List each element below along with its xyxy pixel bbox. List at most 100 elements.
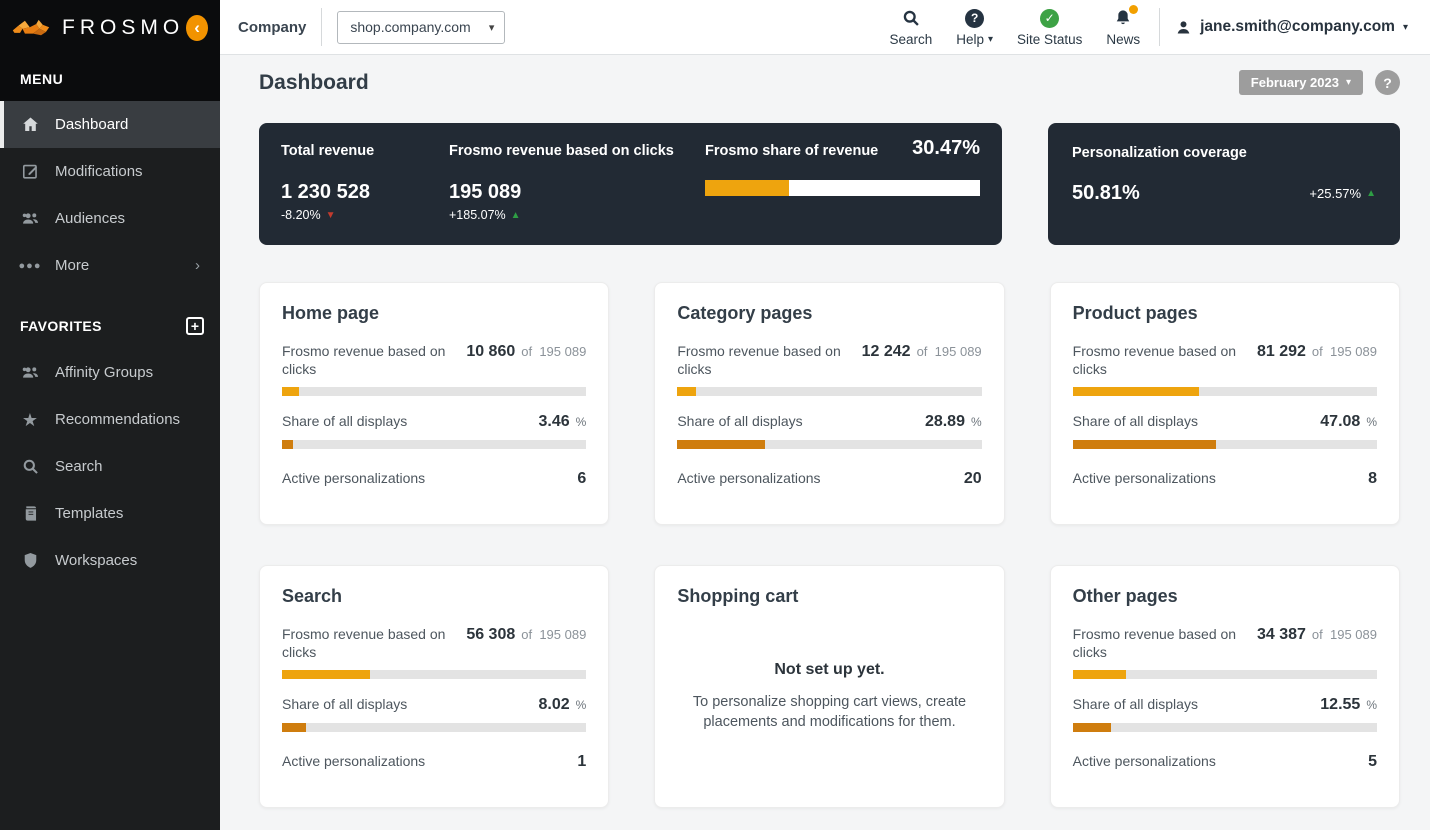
revenue-progress-bar [677,387,982,396]
active-label: Active personalizations [1072,753,1216,770]
sidebar-top: FROSMO ‹ MENU [0,0,220,101]
share-metric: Share of all displays 47.08% [1072,413,1377,449]
share-label: Share of all displays [1072,696,1198,712]
page-card-category: Category pages Frosmo revenue based on c… [654,282,1005,525]
empty-state: Not set up yet. To personalize shopping … [677,626,981,789]
site-status-label: Site Status [1017,31,1083,47]
revenue-label: Frosmo revenue based on clicks [677,343,841,377]
search-label: Search [889,31,933,47]
shield-icon [20,551,40,571]
notification-dot [1129,4,1139,14]
sidebar-item-dashboard[interactable]: Dashboard [0,101,220,148]
caret-down-icon: ▾ [488,21,495,34]
share-metric: Share of all displays 3.46% [282,413,587,449]
revenue-value: 10 860 [466,343,516,360]
ellipsis-icon: ●●● [18,259,42,272]
card-title: Product pages [1072,303,1198,323]
share-progress-bar [282,723,587,732]
active-value: 5 [1368,753,1377,770]
coverage-value: 50.81% [1072,182,1140,204]
revenue-progress-bar [1072,387,1377,396]
search-button[interactable]: Search [889,8,932,47]
revenue-progress-bar [282,670,587,679]
sidebar-item-label: Dashboard [55,116,129,133]
page-card-other: Other pages Frosmo revenue based on clic… [1049,565,1400,808]
news-button[interactable]: News [1106,4,1140,47]
trend-up-icon: ▲ [510,209,521,221]
total-revenue-value: 1 230 528 [281,181,370,203]
page-header: Dashboard February 2023 ▾ ? [259,70,1400,95]
share-metric: Share of all displays 12.55% [1072,696,1377,732]
company-label: Company [238,18,307,36]
sidebar-item-recommendations[interactable]: ★ Recommendations [0,396,220,443]
revenue-value: 56 308 [466,626,516,643]
sidebar-item-label: Templates [55,505,124,522]
divider [321,8,323,46]
card-title: Search [282,586,343,606]
chevron-right-icon: › [195,257,200,274]
logo-row: FROSMO ‹ [0,0,220,55]
book-icon [20,504,40,524]
active-personalizations-row: Active personalizations 8 [1073,470,1377,488]
share-label: Share of all displays [282,696,408,712]
sidebar-collapse-button[interactable]: ‹ [186,14,208,41]
share-metric: Share of all displays 8.02% [282,696,587,732]
active-value: 1 [577,753,587,770]
sidebar-item-workspaces[interactable]: Workspaces [0,537,220,584]
revenue-total: of 195 089 [916,344,982,359]
page-title: Dashboard [259,70,369,94]
trend-up-icon: ▲ [1366,188,1376,199]
add-favorite-button[interactable]: + [186,317,204,335]
site-status-button[interactable]: ✓ Site Status [1017,8,1082,47]
active-personalizations-row: Active personalizations 5 [1073,753,1377,771]
sidebar-item-label: Recommendations [55,411,181,428]
sidebar-item-audiences[interactable]: Audiences [0,195,220,242]
app-root: FROSMO ‹ MENU Dashboard Modifications Au… [0,0,1430,830]
edit-icon [20,162,40,182]
star-icon: ★ [21,409,39,430]
active-label: Active personalizations [1072,470,1216,487]
sidebar-item-templates[interactable]: Templates [0,490,220,537]
revenue-value: 12 242 [861,343,911,360]
dashboard-help-button[interactable]: ? [1375,70,1400,95]
status-ok-icon: ✓ [1040,8,1060,29]
sidebar: FROSMO ‹ MENU Dashboard Modifications Au… [0,0,220,830]
share-label: Share of all displays [282,413,408,429]
sidebar-item-affinity-groups[interactable]: Affinity Groups [0,349,220,396]
topbar-actions: Search ? Help ▾ ✓ Site Status News [889,4,1140,47]
help-label: Help [956,31,985,47]
user-menu-button[interactable]: jane.smith@company.com ▾ [1175,18,1408,36]
empty-state-message: To personalize shopping cart views, crea… [692,693,967,730]
share-of-revenue-progress-bar [705,180,980,196]
chevron-down-icon: ▾ [1345,77,1351,88]
menu-section-title: MENU [20,71,64,87]
sidebar-item-more[interactable]: ●●● More › [0,242,220,289]
revenue-value: 81 292 [1256,343,1306,360]
sidebar-item-modifications[interactable]: Modifications [0,148,220,195]
share-of-revenue-value: 30.47% [912,137,980,159]
page-card-search: Search Frosmo revenue based on clicks 56… [259,565,610,808]
revenue-progress-bar [282,387,587,396]
total-revenue-change: -8.20% ▼ [281,208,336,222]
sidebar-item-label: More [55,257,90,274]
revenue-progress-bar [1072,670,1377,679]
revenue-metric: Frosmo revenue based on clicks 34 387 of… [1072,626,1377,679]
share-progress-bar [282,440,587,449]
revenue-total: of 195 089 [521,344,587,359]
revenue-metric: Frosmo revenue based on clicks 56 308 of… [282,626,587,679]
help-menu-button[interactable]: ? Help ▾ [956,8,993,47]
site-selector-dropdown[interactable]: shop.company.com ▾ [337,10,506,44]
user-email: jane.smith@company.com [1200,18,1395,35]
active-label: Active personalizations [282,470,426,487]
period-selector-button[interactable]: February 2023 ▾ [1238,70,1363,95]
frosmo-revenue-change: +185.07% ▲ [449,208,521,222]
active-personalizations-row: Active personalizations 6 [282,470,586,488]
sidebar-item-search[interactable]: Search [0,443,220,490]
frosmo-fox-logo-icon [12,19,50,35]
share-metric: Share of all displays 28.89% [677,413,982,449]
page-cards-grid: Home page Frosmo revenue based on clicks… [259,282,1400,808]
share-progress-bar [1072,723,1377,732]
card-title: Home page [282,303,380,323]
sidebar-item-label: Workspaces [55,552,138,569]
revenue-total: of 195 089 [1311,344,1377,359]
